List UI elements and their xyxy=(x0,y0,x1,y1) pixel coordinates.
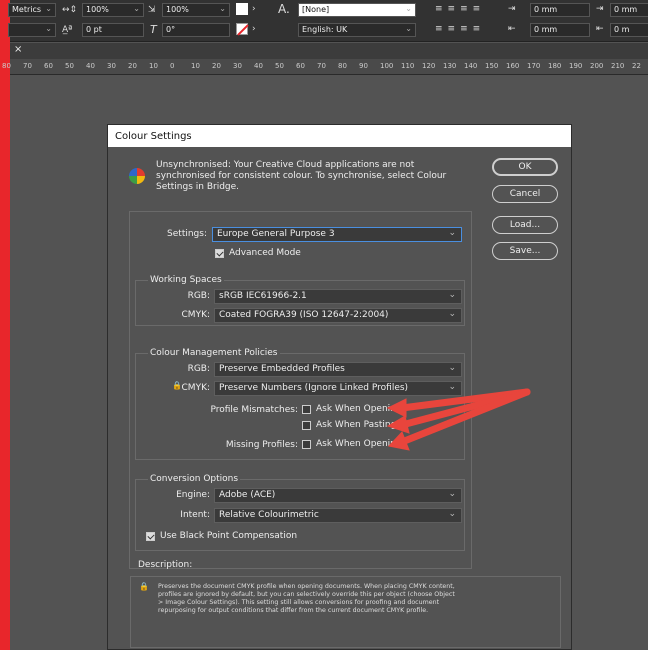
annotation-arrows xyxy=(386,388,531,451)
app-workspace: Metrics ⌄ ↔⇕ 100% ⌄ ⇲ 100% ⌄ › A. [None] ⌄ ≡… xyxy=(2,0,648,650)
